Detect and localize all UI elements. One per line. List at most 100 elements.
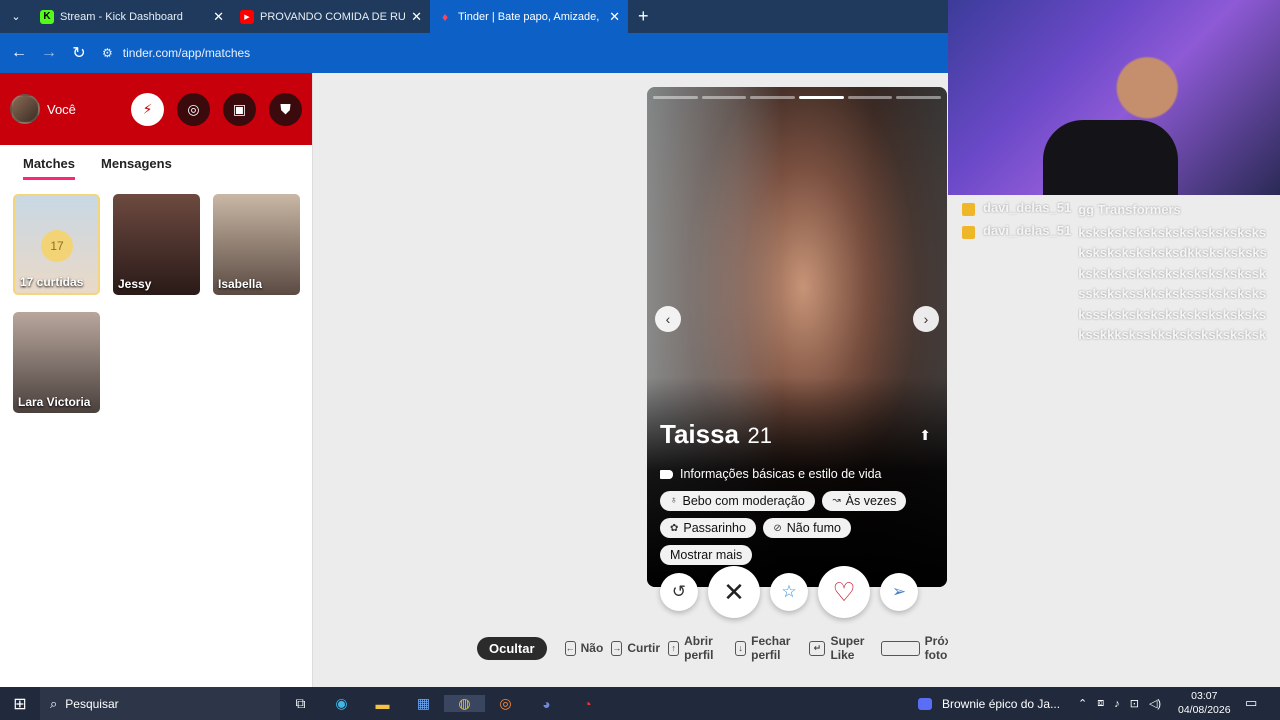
photo-progress-segment [847, 96, 893, 99]
file-explorer-icon[interactable]: ▬ [362, 696, 403, 712]
clock[interactable]: 03:07 04/08/2026 [1178, 689, 1231, 717]
chip-drinking: ♁ Bebo com moderação [660, 490, 815, 511]
photo-progress-segment [896, 96, 942, 99]
key-enter-icon: ↵ [809, 640, 826, 656]
explore-compass-icon[interactable]: ◎ [177, 92, 210, 126]
super-like-star-icon[interactable]: ☆ [770, 573, 808, 611]
network-icon[interactable]: ⊡ [1130, 697, 1139, 710]
boost-bolt-icon[interactable]: ⚡ [131, 92, 164, 126]
taskbar-search[interactable]: ⌕ Pesquisar [40, 687, 280, 720]
windows-start-icon[interactable]: ⊞ [0, 694, 40, 714]
close-icon[interactable]: ✕ [411, 9, 422, 25]
previous-photo-chevron-icon[interactable]: ‹ [655, 306, 681, 332]
forward-arrow-icon[interactable]: → [34, 44, 64, 62]
chip-label: Bebo com moderação [682, 493, 805, 508]
close-icon[interactable]: ✕ [609, 9, 620, 25]
chat-message: davi_delas_51 ksksksksksksksksksksksksks… [962, 223, 1280, 347]
chat-username: davi_delas_51 [983, 222, 1072, 238]
system-tray: ⌃ ⧈ ♪ ⊡ ◁) [1078, 687, 1171, 720]
rewind-icon[interactable]: ↺ [660, 573, 698, 611]
match-name: Isabella [218, 277, 263, 291]
now-playing[interactable]: Brownie épico do Ja... [918, 687, 1060, 720]
obs-icon[interactable]: ◔ [567, 696, 608, 712]
keyboard-hints: Ocultar ← Não → Curtir ↑ Abrir perfil ↓ Fech… [477, 634, 976, 662]
search-placeholder: Pesquisar [65, 696, 119, 711]
chip-label: Às vezes [845, 493, 897, 508]
webcam-person [1043, 120, 1178, 195]
webcam-overlay [948, 0, 1280, 195]
matches-sidebar: Você ⚡ ◎ ▣ ⛊ Matches Mensagens 17 17 cur… [0, 73, 313, 687]
edge-icon[interactable]: ◉ [321, 695, 362, 712]
tray-app-icon[interactable]: ⧈ [1097, 697, 1104, 710]
hint-label: Não [580, 641, 604, 655]
tab-kick-dashboard[interactable]: K Stream - Kick Dashboard ✕ [32, 0, 232, 33]
profile-name: Taissa [660, 419, 740, 449]
hand-icon: ↝ [832, 495, 841, 506]
briefcase-icon[interactable]: ▣ [223, 92, 256, 126]
hint-label: Fechar perfil [751, 634, 791, 662]
hide-hints-button[interactable]: Ocultar [477, 636, 547, 660]
profile-photo[interactable]: ‹ › Taissa 21 ⬆ Informações básicas e es… [647, 87, 947, 587]
info-heading: Informações básicas e estilo de vida [660, 467, 882, 481]
reload-icon[interactable]: ↻ [64, 43, 94, 63]
sidebar-header: Você ⚡ ◎ ▣ ⛊ [0, 73, 312, 145]
likes-card[interactable]: 17 17 curtidas [13, 194, 100, 295]
chat-text: ksksksksksksksksksksksksksksksksksksksks… [1078, 224, 1267, 343]
nope-x-icon[interactable]: ✕ [708, 566, 760, 618]
profile-name-line: Taissa 21 [660, 419, 772, 450]
avatar[interactable] [10, 94, 40, 124]
back-arrow-icon[interactable]: ← [4, 44, 34, 62]
media-title: Brownie épico do Ja... [942, 696, 1061, 711]
clock-time: 03:07 [1191, 690, 1218, 702]
chat-message: davi_delas_51 gg Transformers [962, 200, 1280, 221]
no-smoking-icon: ⊘ [773, 522, 782, 534]
match-card[interactable]: Jessy [113, 194, 200, 295]
open-profile-arrow-icon[interactable]: ⬆ [919, 427, 931, 444]
url-field[interactable]: ⚙ tinder.com/app/matches [102, 39, 932, 67]
like-heart-icon[interactable]: ♡ [818, 566, 870, 618]
info-title: Informações básicas e estilo de vida [680, 467, 882, 481]
hint-label: Curtir [627, 641, 661, 655]
next-photo-chevron-icon[interactable]: › [913, 306, 939, 332]
site-settings-icon[interactable]: ⚙ [102, 46, 113, 60]
safety-shield-icon[interactable]: ⛊ [269, 92, 302, 126]
match-card[interactable]: Isabella [213, 194, 300, 295]
glass-icon: ♁ [670, 495, 678, 506]
match-card[interactable]: Lara Victoria [13, 312, 100, 413]
match-name: Jessy [118, 277, 152, 291]
tab-title: Stream - Kick Dashboard [60, 10, 183, 23]
tag-icon [660, 469, 673, 479]
hint-label: Abrir perfil [684, 634, 714, 662]
show-more-button[interactable]: Mostrar mais [660, 545, 753, 565]
likes-label: 17 curtidas [20, 275, 84, 289]
app-icon[interactable]: ◎ [485, 695, 526, 712]
chevron-up-icon[interactable]: ⌃ [1078, 697, 1087, 710]
crown-badge-icon [962, 203, 975, 216]
bird-icon: ✿ [670, 522, 679, 534]
hint-label: Super Like [830, 634, 865, 662]
new-tab-button[interactable]: + [638, 6, 649, 27]
chip-label: Passarinho [683, 521, 746, 535]
task-view-icon[interactable]: ⧉ [280, 695, 321, 712]
notification-icon[interactable]: ▭ [1245, 695, 1257, 711]
store-icon[interactable]: ▦ [403, 695, 444, 712]
tab-messages[interactable]: Mensagens [101, 156, 172, 180]
kick-favicon-icon: K [40, 9, 54, 24]
lifestyle-chips: ♁ Bebo com moderação ↝ Às vezes ✿ Passarinh… [660, 490, 940, 572]
tab-matches[interactable]: Matches [23, 156, 76, 180]
tab-youtube-video[interactable]: ▶ PROVANDO COMIDA DE RUA E ✕ [232, 0, 430, 33]
volume-icon[interactable]: ◁) [1149, 697, 1161, 710]
key-right-icon: → [611, 640, 623, 656]
chip-label: Não fumo [786, 521, 841, 535]
tab-tinder[interactable]: ♦ Tinder | Bate papo, Amizade, En ✕ [430, 0, 628, 33]
send-message-icon[interactable]: ➢ [880, 573, 918, 611]
crown-badge-icon [962, 225, 975, 239]
url-text: tinder.com/app/matches [122, 46, 251, 60]
discord-icon[interactable]: ◕ [526, 696, 567, 712]
tab-list-chevron-icon[interactable]: ⌄ [0, 0, 32, 33]
profile-label[interactable]: Você [47, 102, 118, 117]
match-name: Lara Victoria [18, 395, 91, 409]
microphone-icon[interactable]: ♪ [1114, 698, 1120, 710]
chrome-icon[interactable]: ◍ [444, 695, 485, 712]
close-icon[interactable]: ✕ [213, 9, 224, 25]
